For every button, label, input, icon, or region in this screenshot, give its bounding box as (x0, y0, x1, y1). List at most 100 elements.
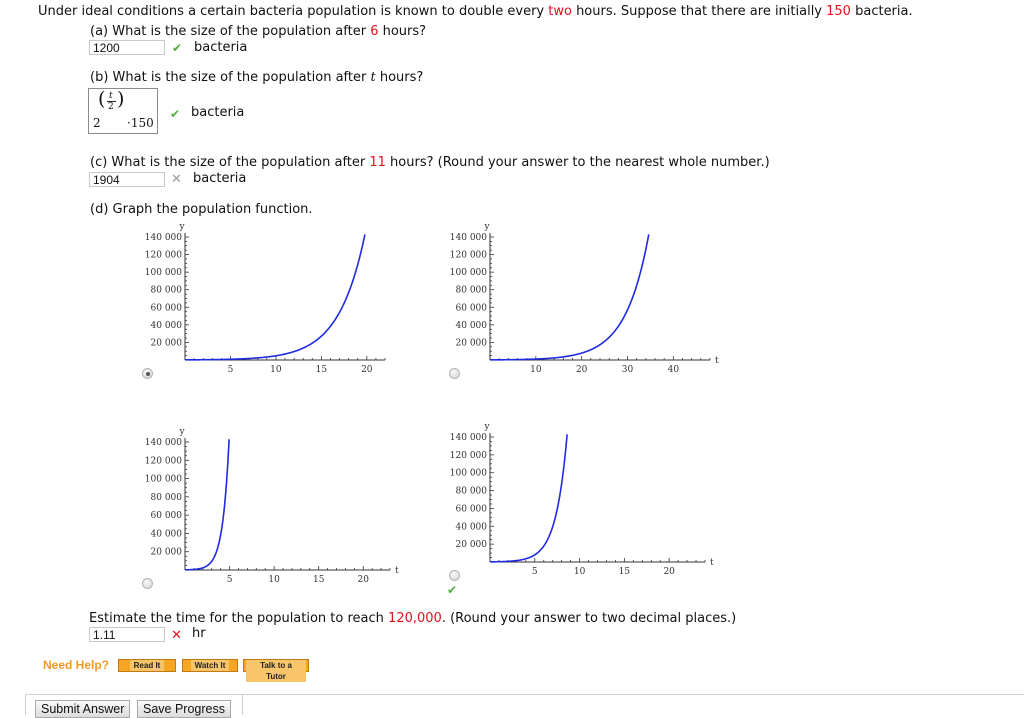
part-b-text: (b) What is the size of the population a… (90, 70, 371, 85)
base: 2 (93, 116, 101, 130)
y-tick-label: 40 000 (151, 321, 183, 331)
watch-it-label: Watch It (190, 660, 230, 671)
x-tick-label: 40 (668, 365, 680, 375)
paren-right: ) (117, 88, 125, 110)
x-tick-label: 10 (268, 575, 280, 585)
y-tick-label: 140 000 (450, 433, 487, 443)
x-icon: ✕ (171, 628, 182, 643)
y-axis-label: y (178, 427, 185, 437)
part-c-hours: 11 (369, 155, 386, 170)
exponent-numerator: t (109, 91, 113, 101)
part-e-text: Estimate the time for the population to … (89, 611, 389, 626)
y-tick-label: 20 000 (456, 338, 488, 348)
graph-option-2-radio[interactable] (449, 368, 460, 379)
doubling-period: two (548, 4, 572, 19)
graph-option-1-radio[interactable] (142, 368, 153, 379)
population-curve (184, 439, 230, 571)
graph-option-3: 140 000 120 000 100 000 80 000 60 000 40 000 2… (145, 427, 399, 585)
y-tick-label: 60 000 (151, 303, 183, 313)
y-tick-label: 40 000 (456, 522, 488, 532)
part-e-target: 120,000 (388, 611, 442, 626)
y-tick-label: 20 000 (151, 338, 183, 348)
graph-option-3-radio[interactable] (142, 578, 153, 589)
graph-option-4-radio[interactable] (449, 570, 460, 581)
check-icon: ✔ (170, 107, 181, 121)
graph-option-1: 140 000 120 000 100 000 80 000 60 000 40 000 2… (145, 222, 386, 375)
part-a-answer-input[interactable]: 1200 (89, 40, 165, 55)
x-tick-label: 5 (228, 365, 234, 375)
part-b-unit: bacteria (191, 105, 245, 120)
y-tick-label: 140 000 (145, 233, 182, 243)
intro-text-end: bacteria. (850, 4, 913, 19)
problem-statement: Under ideal conditions a certain bacteri… (38, 4, 913, 19)
check-icon: ✔ (172, 41, 183, 55)
x-tick-label: 30 (622, 365, 634, 375)
need-help-label: Need Help? (43, 658, 110, 672)
read-it-label: Read It (129, 660, 165, 671)
x-tick-label: 5 (532, 567, 538, 577)
population-curve (184, 234, 366, 361)
part-b-answer-input[interactable]: ( t 2 ) 2 ·150 (88, 88, 158, 134)
x-tick-label: 15 (316, 365, 328, 375)
footer-separator (242, 694, 243, 715)
exponent-denominator: 2 (108, 102, 114, 112)
y-tick-label: 20 000 (456, 540, 488, 550)
part-e-text-end: . (Round your answer to two decimal plac… (441, 611, 737, 626)
x-tick-label: 20 (361, 365, 373, 375)
y-tick-label: 40 000 (456, 321, 488, 331)
part-a-unit: bacteria (194, 40, 248, 55)
part-c-text-end: hours? (Round your answer to the nearest… (385, 155, 770, 170)
y-tick-label: 100 000 (450, 268, 487, 278)
watch-it-button[interactable]: Watch It (182, 659, 238, 672)
part-e-unit: hr (192, 626, 206, 641)
part-e-answer-input[interactable]: 1.11 (89, 627, 165, 642)
y-axis-label: y (483, 422, 490, 432)
check-icon: ✔ (447, 583, 458, 597)
factor: ·150 (127, 116, 154, 130)
population-curve (489, 434, 568, 563)
x-tick-label: 10 (270, 365, 282, 375)
graph-option-2: 140 000 120 000 100 000 80 000 60 000 40 000 2… (450, 222, 719, 375)
y-tick-label: 120 000 (145, 251, 182, 261)
initial-count: 150 (826, 4, 851, 19)
y-tick-label: 60 000 (456, 303, 488, 313)
part-a-question: (a) What is the size of the population a… (90, 24, 426, 39)
x-axis-label: t (715, 356, 719, 366)
part-c-unit: bacteria (193, 171, 247, 186)
x-axis-label: t (395, 566, 399, 576)
y-tick-label: 120 000 (450, 251, 487, 261)
y-tick-label: 80 000 (456, 487, 488, 497)
x-tick-label: 15 (619, 567, 631, 577)
y-tick-label: 140 000 (145, 438, 182, 448)
y-tick-label: 40 000 (151, 529, 183, 539)
intro-text-mid: hours. Suppose that there are initially (571, 4, 827, 19)
y-tick-label: 80 000 (151, 286, 183, 296)
save-progress-button[interactable]: Save Progress (137, 700, 231, 718)
y-tick-label: 80 000 (151, 493, 183, 503)
x-tick-label: 10 (574, 567, 586, 577)
part-b-question: (b) What is the size of the population a… (90, 70, 423, 85)
submit-answer-button[interactable]: Submit Answer (35, 700, 131, 718)
part-a-text: (a) What is the size of the population a… (90, 24, 371, 39)
population-curve (489, 234, 650, 361)
footer-divider (25, 694, 1024, 695)
y-tick-label: 140 000 (450, 233, 487, 243)
read-it-button[interactable]: Read It (118, 659, 176, 672)
x-tick-label: 20 (576, 365, 588, 375)
graph-option-4: 140 000 120 000 100 000 80 000 60 000 40 000 2… (450, 422, 714, 577)
y-tick-label: 120 000 (145, 456, 182, 466)
y-tick-label: 20 000 (151, 548, 183, 558)
part-c-answer-input[interactable]: 1904 (89, 172, 165, 187)
y-tick-label: 60 000 (456, 504, 488, 514)
x-tick-label: 5 (227, 575, 233, 585)
part-c-question: (c) What is the size of the population a… (90, 155, 770, 170)
part-c-text: (c) What is the size of the population a… (90, 155, 370, 170)
x-axis-label: t (710, 558, 714, 568)
y-tick-label: 120 000 (450, 451, 487, 461)
x-tick-label: 20 (663, 567, 675, 577)
x-icon: ✕ (171, 172, 182, 187)
part-e-question: Estimate the time for the population to … (89, 611, 736, 626)
talk-to-tutor-label: Talk to a Tutor (246, 660, 306, 682)
y-tick-label: 100 000 (145, 268, 182, 278)
talk-to-tutor-button[interactable]: Talk to a Tutor (243, 659, 309, 682)
